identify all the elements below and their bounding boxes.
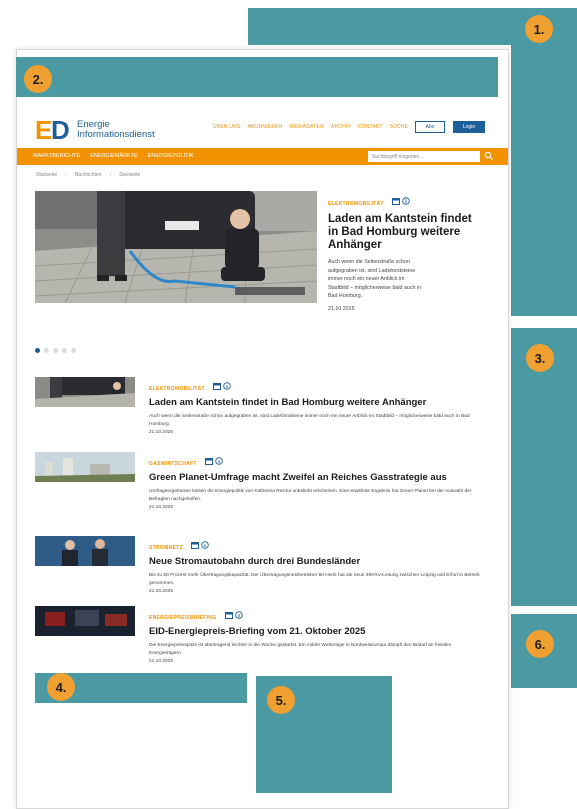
hero-category-tag[interactable]: ELEKTROMOBILITÄT — [328, 201, 384, 207]
carousel-dot[interactable] — [71, 348, 76, 353]
article-thumbnail[interactable] — [35, 377, 135, 407]
logo-line-2: Informationsdienst — [77, 129, 155, 140]
carousel-dot[interactable] — [44, 348, 49, 353]
article-category-tag[interactable]: ENERGIEPREISBRIEFING — [149, 615, 216, 621]
article-thumbnail[interactable] — [35, 452, 135, 482]
article-teaser: Auch wenn die Seitenstraße schon aufgegr… — [149, 414, 470, 427]
topnav-item[interactable]: SUCHE — [390, 124, 409, 130]
main-nav-item[interactable]: ENERGIEMÄRKTE — [90, 153, 138, 159]
callout-badge-6: 6. — [526, 630, 554, 658]
callout-badge-5: 5. — [267, 686, 295, 714]
eid-logo-mark: ED — [35, 115, 70, 145]
topnav-item[interactable]: ÜBER UNS — [213, 124, 240, 130]
carousel-dot[interactable] — [53, 348, 58, 353]
topnav-item[interactable]: MEDIADATEN — [290, 124, 324, 130]
article-teaser: Die Energiepreisspitze ist übertragend l… — [149, 643, 452, 656]
topnav-item[interactable]: ABONNIEREN — [247, 124, 282, 130]
info-icon — [201, 541, 210, 549]
search-icon[interactable] — [484, 151, 494, 161]
eid-logo[interactable]: ED Energie Informationsdienst — [35, 117, 155, 143]
topnav-item[interactable]: KONTAKT — [358, 124, 383, 130]
main-navigation: MARKTBERICHTE ENERGIEMÄRKTE ENERGIEPOLIT… — [17, 148, 508, 165]
calendar-icon — [224, 611, 233, 619]
hero-image[interactable] — [35, 191, 317, 303]
article-date: 21.10.2025 — [149, 430, 174, 435]
info-icon — [223, 382, 232, 390]
callout-region-1-side — [511, 8, 577, 316]
article-thumbnail[interactable] — [35, 536, 135, 566]
callout-badge-2: 2. — [24, 65, 52, 93]
hero-date: 21.10.2025 — [328, 305, 355, 312]
article-title[interactable]: Laden am Kantstein findet in Bad Homburg… — [149, 397, 484, 408]
hero-title[interactable]: Laden am Kantstein findet in Bad Homburg… — [328, 213, 478, 252]
login-button[interactable]: Login — [453, 121, 485, 133]
site-header: ED Energie Informationsdienst ÜBER UNS A… — [17, 109, 508, 147]
article-thumbnail[interactable] — [35, 606, 135, 636]
calendar-icon — [191, 541, 200, 549]
search-input[interactable]: Suchbegriff eingeben... — [368, 151, 480, 162]
callout-badge-4: 4. — [47, 673, 75, 701]
calendar-icon — [213, 382, 222, 390]
info-icon — [215, 457, 223, 465]
calendar-icon — [392, 197, 401, 205]
abo-button[interactable]: Abo — [415, 121, 445, 133]
article-date: 21.10.2025 — [149, 659, 174, 664]
article-category-tag[interactable]: GASWIRTSCHAFT — [149, 461, 197, 467]
carousel-dots — [35, 348, 76, 353]
top-navigation: ÜBER UNS ABONNIEREN MEDIADATEN ARCHIV KO… — [213, 124, 408, 130]
article-date: 21.10.2025 — [149, 505, 174, 510]
article-category-tag[interactable]: STROMNETZ — [149, 545, 183, 551]
main-nav-item[interactable]: ENERGIEPOLITIK — [148, 153, 194, 159]
callout-badge-1: 1. — [525, 15, 553, 43]
article-category-tag[interactable]: ELEKTROMOBILITÄT — [149, 386, 205, 392]
article-title[interactable]: Neue Stromautobahn durch drei Bundesländ… — [149, 556, 484, 567]
logo-text: Energie Informationsdienst — [77, 120, 155, 140]
article-title[interactable]: EID-Energiepreis-Briefing vom 21. Oktobe… — [149, 626, 484, 637]
hero-teaser: Auch wenn die Seitenstraße schon aufgegr… — [328, 259, 422, 299]
info-icon — [402, 197, 411, 205]
info-icon — [235, 611, 243, 619]
breadcrumb-separator: › — [109, 172, 112, 178]
breadcrumb-item: Startseite — [119, 172, 141, 178]
article-teaser: Bis zu 80 Prozent mehr Übertragungskapaz… — [149, 573, 480, 586]
carousel-dot[interactable] — [35, 348, 40, 353]
topnav-item[interactable]: ARCHIV — [331, 124, 351, 130]
main-nav-item[interactable]: MARKTBERICHTE — [33, 153, 80, 159]
breadcrumb-item[interactable]: Startseite — [36, 172, 57, 178]
hero-article: ELEKTROMOBILITÄT Laden am Kantstein find… — [328, 192, 478, 312]
article-teaser: Umfrageergebnisse lassen die Energiepoli… — [149, 489, 472, 502]
hero-photo-placeholder — [35, 191, 317, 303]
breadcrumb-item[interactable]: Nachrichten — [75, 172, 102, 178]
article-date: 21.10.2025 — [149, 589, 174, 594]
carousel-dot[interactable] — [62, 348, 67, 353]
breadcrumb-separator: › — [65, 172, 67, 178]
article-title[interactable]: Green Planet-Umfrage macht Zweifel an Re… — [149, 472, 484, 483]
callout-badge-3: 3. — [526, 344, 554, 372]
breadcrumb: Startseite › Nachrichten › Startseite — [36, 172, 140, 178]
calendar-icon — [205, 457, 214, 465]
callout-region-2 — [16, 57, 498, 97]
